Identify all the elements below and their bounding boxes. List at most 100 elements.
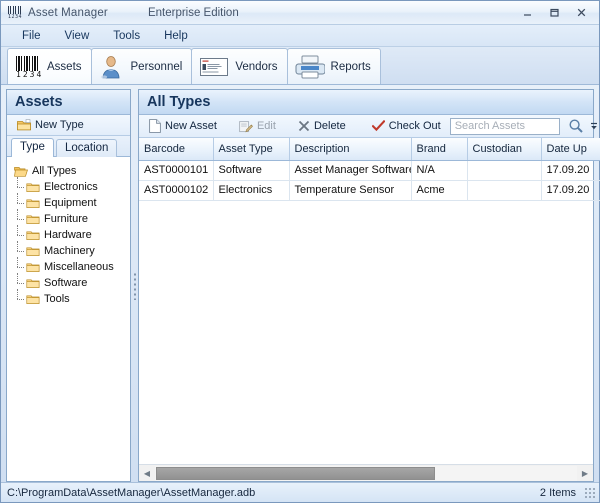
new-type-button[interactable]: New Type — [12, 117, 89, 133]
table-header-row: Barcode Asset Type Description Brand Cus… — [139, 138, 600, 160]
content-panel: All Types New Asset — [138, 89, 594, 482]
tree-item-furniture-label: Furniture — [44, 213, 88, 225]
menu-item-tools[interactable]: Tools — [102, 28, 151, 44]
menu-item-view[interactable]: View — [54, 28, 101, 44]
tree-item-furniture[interactable]: Furniture — [14, 211, 130, 227]
content-toolbar: New Asset Edit — [139, 115, 593, 138]
scroll-left-button[interactable]: ◀ — [139, 466, 155, 481]
application-window: 1234 Asset Manager Enterprise Edition Fi… — [0, 0, 600, 503]
checkmark-icon — [372, 120, 385, 132]
cell-brand: Acme — [411, 180, 467, 200]
asset-table: Barcode Asset Type Description Brand Cus… — [139, 138, 600, 201]
barcode-icon: 1234 — [15, 55, 41, 79]
database-path: C:\ProgramData\AssetManager\AssetManager… — [7, 487, 255, 499]
edit-pencil-icon — [239, 120, 253, 133]
tree-item-miscellaneous-label: Miscellaneous — [44, 261, 114, 273]
search-input[interactable] — [450, 118, 560, 135]
sidebar-panel: Assets New Type Type Location — [6, 89, 131, 482]
scrollbar-track[interactable] — [155, 466, 577, 481]
column-header-asset-type[interactable]: Asset Type — [213, 138, 289, 160]
navigation-tabs: 1234 Assets Personnel — [1, 47, 599, 85]
menu-item-file[interactable]: File — [11, 28, 52, 44]
close-x-icon — [298, 120, 310, 132]
horizontal-scrollbar[interactable]: ◀ ▶ — [139, 464, 593, 481]
table-row[interactable]: AST0000102 Electronics Temperature Senso… — [139, 180, 600, 200]
cell-date-updated: 17.09.20 — [541, 180, 600, 200]
window-title: Asset Manager — [28, 7, 108, 19]
nav-tab-reports-label: Reports — [331, 61, 371, 73]
maximize-button[interactable] — [541, 4, 568, 22]
tree-item-electronics[interactable]: Electronics — [14, 179, 130, 195]
scroll-right-button[interactable]: ▶ — [577, 466, 593, 481]
title-icon-digits: 1234 — [8, 14, 22, 20]
tree-item-all-types[interactable]: All Types — [14, 163, 130, 179]
cell-asset-type: Software — [213, 160, 289, 180]
edit-button[interactable]: Edit — [234, 118, 281, 135]
window-controls — [514, 4, 595, 22]
menu-item-help[interactable]: Help — [153, 28, 199, 44]
main-body: Assets New Type Type Location — [1, 85, 599, 482]
type-tree: All Types Electronics Equipment — [7, 157, 130, 481]
nav-tab-personnel[interactable]: Personnel — [91, 48, 193, 84]
minimize-button[interactable] — [514, 4, 541, 22]
sidebar-tabstrip: Type Location — [7, 136, 130, 157]
nav-tab-vendors-label: Vendors — [235, 61, 277, 73]
nav-tab-reports[interactable]: Reports — [287, 48, 381, 84]
cell-custodian — [467, 160, 541, 180]
folder-icon — [26, 246, 40, 257]
nav-tab-vendors[interactable]: Vendors — [191, 48, 287, 84]
tree-item-machinery-label: Machinery — [44, 245, 95, 257]
content-header: All Types — [139, 90, 593, 115]
column-header-description[interactable]: Description — [289, 138, 411, 160]
cell-description: Temperature Sensor — [289, 180, 411, 200]
tree-item-equipment[interactable]: Equipment — [14, 195, 130, 211]
tree-item-equipment-label: Equipment — [44, 197, 97, 209]
new-document-icon — [149, 119, 161, 133]
tree-item-tools[interactable]: Tools — [14, 291, 130, 307]
magnifier-icon[interactable] — [568, 118, 584, 134]
column-header-date-updated[interactable]: Date Up — [541, 138, 600, 160]
column-header-barcode[interactable]: Barcode — [139, 138, 213, 160]
check-out-label: Check Out — [389, 120, 441, 132]
panel-splitter[interactable] — [131, 89, 138, 482]
chevron-down-icon[interactable] — [590, 119, 598, 133]
asset-grid: Barcode Asset Type Description Brand Cus… — [139, 138, 593, 481]
window-subtitle: Enterprise Edition — [148, 7, 239, 19]
grid-empty-area — [139, 201, 593, 465]
tree-item-hardware[interactable]: Hardware — [14, 227, 130, 243]
cell-brand: N/A — [411, 160, 467, 180]
sidebar-tab-location[interactable]: Location — [56, 139, 117, 157]
tree-item-software[interactable]: Software — [14, 275, 130, 291]
person-icon — [99, 54, 125, 80]
cell-barcode: AST0000102 — [139, 180, 213, 200]
tree-item-electronics-label: Electronics — [44, 181, 98, 193]
splitter-grip — [134, 272, 136, 300]
tree-item-all-types-label: All Types — [32, 165, 76, 177]
column-header-brand[interactable]: Brand — [411, 138, 467, 160]
tree-item-machinery[interactable]: Machinery — [14, 243, 130, 259]
scrollbar-thumb[interactable] — [156, 467, 435, 480]
cell-barcode: AST0000101 — [139, 160, 213, 180]
column-header-custodian[interactable]: Custodian — [467, 138, 541, 160]
close-button[interactable] — [568, 4, 595, 22]
resize-grip[interactable] — [584, 487, 595, 498]
sidebar-tab-type[interactable]: Type — [11, 138, 54, 157]
tree-item-miscellaneous[interactable]: Miscellaneous — [14, 259, 130, 275]
folder-icon — [26, 214, 40, 225]
open-folder-icon — [14, 166, 28, 177]
tree-item-tools-label: Tools — [44, 293, 70, 305]
nav-tab-personnel-label: Personnel — [131, 61, 183, 73]
status-bar: C:\ProgramData\AssetManager\AssetManager… — [1, 482, 599, 502]
nav-tab-assets[interactable]: 1234 Assets — [7, 48, 92, 84]
nav-tab-assets-label: Assets — [47, 61, 82, 73]
delete-button[interactable]: Delete — [293, 118, 351, 134]
barcode-icon: 1234 — [8, 6, 22, 19]
folder-icon — [26, 294, 40, 305]
cell-date-updated: 17.09.20 — [541, 160, 600, 180]
check-out-button[interactable]: Check Out — [367, 118, 446, 134]
tree-item-software-label: Software — [44, 277, 87, 289]
new-type-label: New Type — [35, 119, 84, 131]
new-asset-button[interactable]: New Asset — [144, 117, 222, 135]
new-asset-label: New Asset — [165, 120, 217, 132]
table-row[interactable]: AST0000101 Software Asset Manager Softwa… — [139, 160, 600, 180]
